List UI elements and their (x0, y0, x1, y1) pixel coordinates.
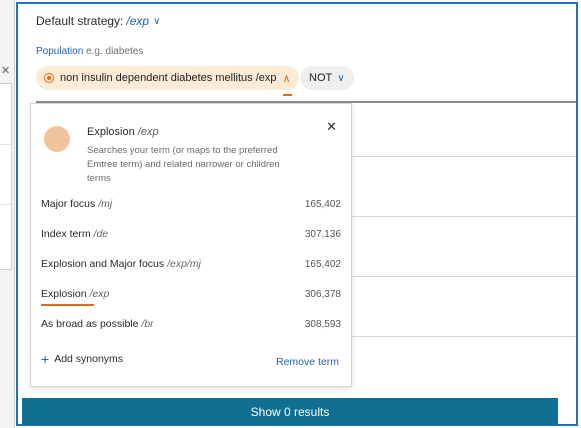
population-hint: e.g. diabetes (86, 46, 144, 57)
close-icon[interactable]: ✕ (326, 119, 337, 135)
chevron-up-icon[interactable]: ∧ (282, 72, 290, 85)
option-code: /exp (89, 288, 110, 300)
add-synonyms-label: Add synonyms (54, 353, 124, 365)
population-title: Population (36, 46, 84, 57)
option-code: /mj (98, 198, 113, 210)
chevron-down-icon[interactable]: ∨ (153, 16, 160, 27)
popup-title: Explosion /exp (87, 126, 159, 138)
option-label: Index term (41, 228, 91, 240)
term-chip[interactable]: non insulin dependent diabetes mellitus … (36, 66, 299, 90)
radio-selected-icon (44, 73, 54, 83)
popup-description: Searches your term (or maps to the prefe… (87, 145, 280, 184)
option-major-focus[interactable]: Major focus /mj 165,402 (41, 193, 341, 215)
option-count: 165,402 (304, 258, 341, 270)
show-results-button[interactable]: Show 0 results (22, 398, 558, 425)
strategy-value[interactable]: /exp (126, 14, 149, 28)
divider (352, 336, 576, 337)
divider (352, 216, 576, 217)
strategy-label: Default strategy: (36, 14, 124, 28)
side-panel-box (0, 83, 12, 270)
option-label: Major focus (41, 198, 96, 210)
chevron-down-icon: ∨ (337, 72, 345, 84)
option-as-broad-as-possible[interactable]: As broad as possible /br 308,593 (41, 313, 341, 335)
option-count: 306,378 (304, 288, 341, 300)
option-label: Explosion (41, 288, 87, 300)
default-strategy[interactable]: Default strategy: /exp ∨ (36, 14, 160, 28)
option-code: /br (141, 318, 154, 330)
option-label: As broad as possible (41, 318, 139, 330)
divider (0, 204, 11, 205)
option-count: 307,136 (304, 228, 341, 240)
term-chip-text: non insulin dependent diabetes mellitus … (60, 72, 277, 84)
plus-icon: + (41, 351, 50, 367)
divider (352, 276, 576, 277)
not-label: NOT (309, 72, 333, 84)
popup-title-code: /exp (137, 126, 159, 138)
option-label: Explosion and Major focus (41, 258, 165, 270)
popup-title-text: Explosion (87, 126, 135, 138)
population-label: Population e.g. diabetes (36, 46, 143, 57)
not-operator-button[interactable]: NOT ∨ (300, 66, 354, 90)
option-explosion[interactable]: Explosion /exp 306,378 (41, 283, 341, 306)
active-indicator (283, 94, 292, 96)
explosion-avatar-icon (44, 126, 70, 152)
option-explosion-major-focus[interactable]: Explosion and Major focus /exp/mj 165,40… (41, 253, 341, 275)
option-code: /exp/mj (167, 258, 201, 270)
divider (352, 156, 576, 157)
remove-term-link[interactable]: Remove term (276, 356, 339, 368)
option-code: /de (93, 228, 109, 240)
option-index-term[interactable]: Index term /de 307,136 (41, 223, 341, 245)
left-side-panel: ✕ (0, 0, 15, 428)
add-synonyms-button[interactable]: + Add synonyms (41, 351, 124, 367)
divider (0, 144, 11, 145)
close-icon[interactable]: ✕ (1, 64, 10, 77)
query-builder-frame: Default strategy: /exp ∨ Population e.g.… (16, 2, 578, 426)
option-count: 165,402 (304, 198, 341, 210)
option-count: 308,593 (304, 318, 341, 330)
term-options-popup: Explosion /exp Searches your term (or ma… (30, 103, 352, 387)
